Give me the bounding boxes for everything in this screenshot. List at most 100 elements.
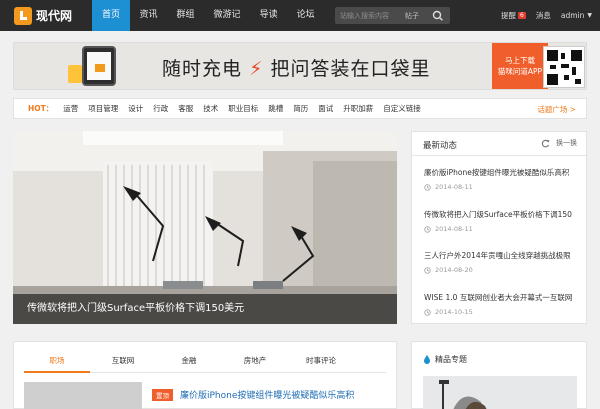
hot-label: HOT： bbox=[28, 104, 54, 113]
news-item[interactable]: WISE 1.0 互联网创业者大会开幕式一互联网 2014-10-15 bbox=[424, 292, 580, 316]
main-nav: 首页 资讯 群组 微游记 导读 论坛 bbox=[92, 0, 324, 31]
messages-link[interactable]: 消息 bbox=[536, 10, 551, 21]
hot-tag[interactable]: 项目管理 bbox=[88, 103, 118, 114]
article-thumbnail[interactable] bbox=[24, 382, 142, 409]
slogan-left: 随时充电 bbox=[162, 58, 243, 80]
latest-news-panel: 最新动态 换一换 廉价版iPhone按键组件曝光被疑酷似乐高积 2014-08-… bbox=[411, 131, 587, 324]
app-promo-banner[interactable]: 随时充电 ⚡ 把问答装在口袋里 马上下载 猫咪问道APP bbox=[13, 42, 587, 90]
news-title[interactable]: 传微软将把入门级Surface平板价格下调150 bbox=[424, 209, 580, 220]
featured-image-art bbox=[423, 376, 577, 409]
brand-name: 现代网 bbox=[36, 9, 73, 23]
nav-item-news[interactable]: 资讯 bbox=[130, 0, 167, 31]
topic-square-link[interactable]: 话题广场 > bbox=[537, 104, 576, 115]
logo-icon bbox=[14, 6, 32, 25]
refresh-label: 换一换 bbox=[556, 139, 577, 147]
qr-module bbox=[561, 53, 565, 59]
refresh-button[interactable]: 换一换 bbox=[541, 138, 577, 148]
hot-tags-bar: HOT： 运营 项目管理 设计 行政 客服 技术 职业目标 跳槽 简历 面试 升… bbox=[13, 98, 587, 119]
chevron-down-icon[interactable]: ▼ bbox=[587, 12, 592, 19]
hero-caption[interactable]: 传微软将把入门级Surface平板价格下调150美元 bbox=[13, 294, 397, 324]
search-icon[interactable] bbox=[431, 10, 445, 21]
news-item[interactable]: 传微软将把入门级Surface平板价格下调150 2014-08-11 bbox=[424, 209, 580, 233]
slogan-right: 把问答装在口袋里 bbox=[270, 58, 431, 80]
hot-tag[interactable]: 设计 bbox=[128, 103, 143, 114]
tab-internet[interactable]: 互联网 bbox=[90, 355, 156, 373]
lightning-icon: ⚡ bbox=[249, 58, 264, 80]
nav-item-travel[interactable]: 微游记 bbox=[204, 0, 250, 31]
hot-tag[interactable]: 客服 bbox=[178, 103, 193, 114]
featured-image[interactable] bbox=[423, 376, 577, 409]
search-type-select[interactable]: 帖子 bbox=[405, 11, 419, 21]
robot-illustration bbox=[68, 65, 82, 83]
news-date: 2014-08-20 bbox=[424, 266, 580, 274]
qr-finder bbox=[547, 50, 558, 61]
news-date: 2014-10-15 bbox=[424, 308, 580, 316]
qr-module bbox=[575, 79, 581, 84]
cta-line-2: 猫咪问道APP bbox=[497, 67, 543, 76]
qr-module bbox=[550, 65, 556, 69]
news-date-text: 2014-08-11 bbox=[435, 183, 473, 191]
refresh-icon bbox=[541, 139, 550, 147]
reminders-link[interactable]: 提醒 bbox=[501, 10, 516, 21]
cta-line-1: 马上下载 bbox=[505, 56, 535, 65]
hot-tag[interactable]: 跳槽 bbox=[268, 103, 283, 114]
hot-tag[interactable]: 运营 bbox=[63, 103, 78, 114]
pinned-badge: 置顶 bbox=[152, 389, 173, 401]
news-title[interactable]: 三人行户外2014年贡嘎山全线穿越挑战极限 bbox=[424, 250, 580, 261]
tab-real-estate[interactable]: 房地产 bbox=[222, 355, 288, 373]
featured-header: 精品专题 bbox=[423, 354, 467, 365]
hot-tag[interactable]: 自定义链接 bbox=[383, 103, 421, 114]
nav-item-guide[interactable]: 导读 bbox=[250, 0, 287, 31]
qr-finder bbox=[547, 74, 558, 85]
site-logo[interactable]: 现代网 bbox=[14, 6, 72, 25]
username-menu[interactable]: admin bbox=[561, 11, 585, 20]
news-date-text: 2014-08-11 bbox=[435, 225, 473, 233]
phone-app-icon bbox=[95, 64, 105, 72]
qr-finder bbox=[571, 50, 582, 61]
article-title-link[interactable]: 廉价版iPhone按键组件曝光被疑酷似乐高积 bbox=[180, 388, 354, 401]
tab-commentary[interactable]: 时事评论 bbox=[288, 355, 354, 373]
category-tabs-panel: 职场 互联网 金融 房地产 时事评论 置顶 廉价版iPhone按键组件曝光被疑酷… bbox=[13, 341, 397, 409]
download-app-button[interactable]: 马上下载 猫咪问道APP bbox=[492, 43, 548, 89]
news-date-text: 2014-10-15 bbox=[435, 308, 473, 316]
hero-slide[interactable]: 传微软将把入门级Surface平板价格下调150美元 bbox=[13, 131, 397, 324]
hot-tag[interactable]: 技术 bbox=[203, 103, 218, 114]
clock-icon bbox=[424, 225, 431, 233]
top-navbar: 现代网 首页 资讯 群组 微游记 导读 论坛 站输入搜索内容 帖子 提醒 6 消… bbox=[0, 0, 600, 31]
news-item[interactable]: 三人行户外2014年贡嘎山全线穿越挑战极限 2014-08-20 bbox=[424, 250, 580, 274]
featured-topics-panel: 精品专题 bbox=[411, 341, 587, 409]
hot-tag[interactable]: 简历 bbox=[293, 103, 308, 114]
news-date-text: 2014-08-20 bbox=[435, 266, 473, 274]
phone-illustration bbox=[82, 46, 116, 86]
news-title[interactable]: 廉价版iPhone按键组件曝光被疑酷似乐高积 bbox=[424, 167, 580, 178]
news-title[interactable]: WISE 1.0 互联网创业者大会开幕式一互联网 bbox=[424, 292, 580, 303]
news-item[interactable]: 廉价版iPhone按键组件曝光被疑酷似乐高积 2014-08-11 bbox=[424, 167, 580, 191]
qr-module bbox=[572, 67, 576, 75]
hot-tag[interactable]: 面试 bbox=[318, 103, 333, 114]
user-area: 提醒 6 消息 admin ▼ bbox=[501, 0, 592, 31]
search-box[interactable]: 站输入搜索内容 帖子 bbox=[335, 7, 450, 24]
clock-icon bbox=[424, 266, 431, 274]
tab-workplace[interactable]: 职场 bbox=[24, 355, 90, 373]
clock-icon bbox=[424, 183, 431, 191]
category-tabs: 职场 互联网 金融 房地产 时事评论 bbox=[24, 355, 386, 373]
qr-module bbox=[564, 75, 569, 80]
nav-item-home[interactable]: 首页 bbox=[92, 0, 131, 31]
nav-item-forum[interactable]: 论坛 bbox=[287, 0, 324, 31]
hot-tag[interactable]: 升职加薪 bbox=[343, 103, 373, 114]
reminders-badge: 6 bbox=[518, 12, 526, 19]
qr-code-icon bbox=[543, 46, 585, 88]
tab-finance[interactable]: 金融 bbox=[156, 355, 222, 373]
featured-title: 精品专题 bbox=[435, 355, 467, 364]
latest-news-header: 最新动态 换一换 bbox=[412, 132, 586, 156]
phone-screen bbox=[87, 52, 111, 80]
news-date: 2014-08-11 bbox=[424, 225, 580, 233]
hot-tag[interactable]: 行政 bbox=[153, 103, 168, 114]
nav-item-groups[interactable]: 群组 bbox=[167, 0, 204, 31]
search-input[interactable]: 站输入搜索内容 bbox=[340, 11, 389, 21]
hot-tag[interactable]: 职业目标 bbox=[228, 103, 258, 114]
drop-icon bbox=[424, 355, 430, 364]
banner-slogan: 随时充电 ⚡ 把问答装在口袋里 bbox=[162, 54, 430, 81]
news-date: 2014-08-11 bbox=[424, 183, 580, 191]
latest-news-title: 最新动态 bbox=[423, 141, 458, 151]
